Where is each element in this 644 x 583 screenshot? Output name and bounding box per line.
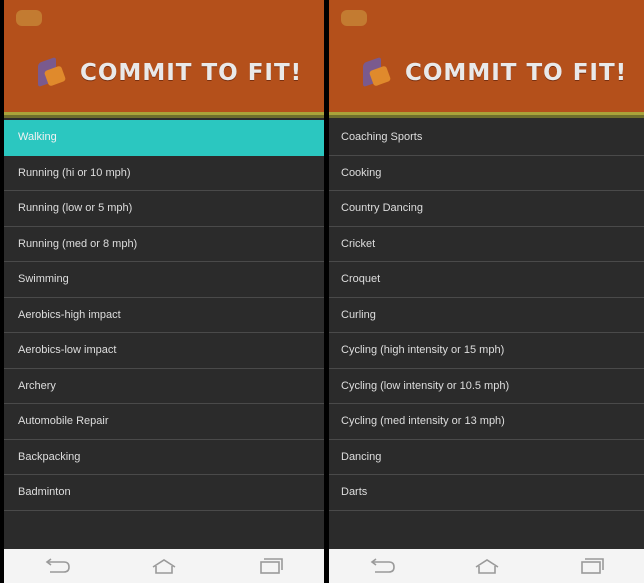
home-icon[interactable] [146,555,182,577]
recents-icon[interactable] [253,555,289,577]
menu-icon[interactable] [16,10,42,26]
list-item[interactable]: Running (med or 8 mph) [4,227,324,262]
list-item[interactable]: Country Dancing [329,191,644,227]
list-item[interactable]: Automobile Repair [4,404,324,440]
system-navbar [329,549,644,583]
logo-icon [359,56,392,88]
brand: COMMIT TO FIT! [359,56,628,88]
list-item[interactable]: Aerobics-low impact [4,333,324,369]
list-item[interactable]: Cycling (low intensity or 10.5 mph) [329,369,644,404]
list-item[interactable]: Cycling (high intensity or 15 mph) [329,333,644,369]
list-item[interactable]: Running (low or 5 mph) [4,191,324,227]
activity-list-left: Walking Running (hi or 10 mph) Running (… [4,120,324,511]
home-icon[interactable] [469,555,505,577]
list-item[interactable]: Badminton [4,475,324,511]
list-item[interactable]: Coaching Sports [329,120,644,156]
list-item[interactable]: Aerobics-high impact [4,298,324,333]
list-item[interactable]: Cricket [329,227,644,262]
brand: COMMIT TO FIT! [34,56,303,88]
list-item[interactable]: Dancing [329,440,644,475]
activity-list-right: Coaching Sports Cooking Country Dancing … [329,120,644,511]
app-title: COMMIT TO FIT! [405,60,628,86]
list-item[interactable]: Cycling (med intensity or 13 mph) [329,404,644,440]
system-navbar [4,549,324,583]
app-header: COMMIT TO FIT! [329,0,644,112]
back-icon[interactable] [364,555,400,577]
left-screen: COMMIT TO FIT! Walking Running (hi or 10… [4,0,324,583]
recents-icon[interactable] [574,555,610,577]
list-item[interactable]: Croquet [329,262,644,298]
header-divider [329,112,644,120]
right-screen: COMMIT TO FIT! Coaching Sports Cooking C… [329,0,644,583]
app-header: COMMIT TO FIT! [4,0,324,112]
list-item[interactable]: Backpacking [4,440,324,475]
list-item[interactable]: Cooking [329,156,644,191]
list-item[interactable]: Swimming [4,262,324,298]
app-title: COMMIT TO FIT! [80,60,303,86]
list-item[interactable]: Archery [4,369,324,404]
list-item[interactable]: Walking [4,120,324,156]
back-icon[interactable] [39,555,75,577]
logo-icon [34,56,67,88]
list-item[interactable]: Running (hi or 10 mph) [4,156,324,191]
list-item[interactable]: Curling [329,298,644,333]
menu-icon[interactable] [341,10,367,26]
list-item[interactable]: Darts [329,475,644,511]
header-divider [4,112,324,120]
